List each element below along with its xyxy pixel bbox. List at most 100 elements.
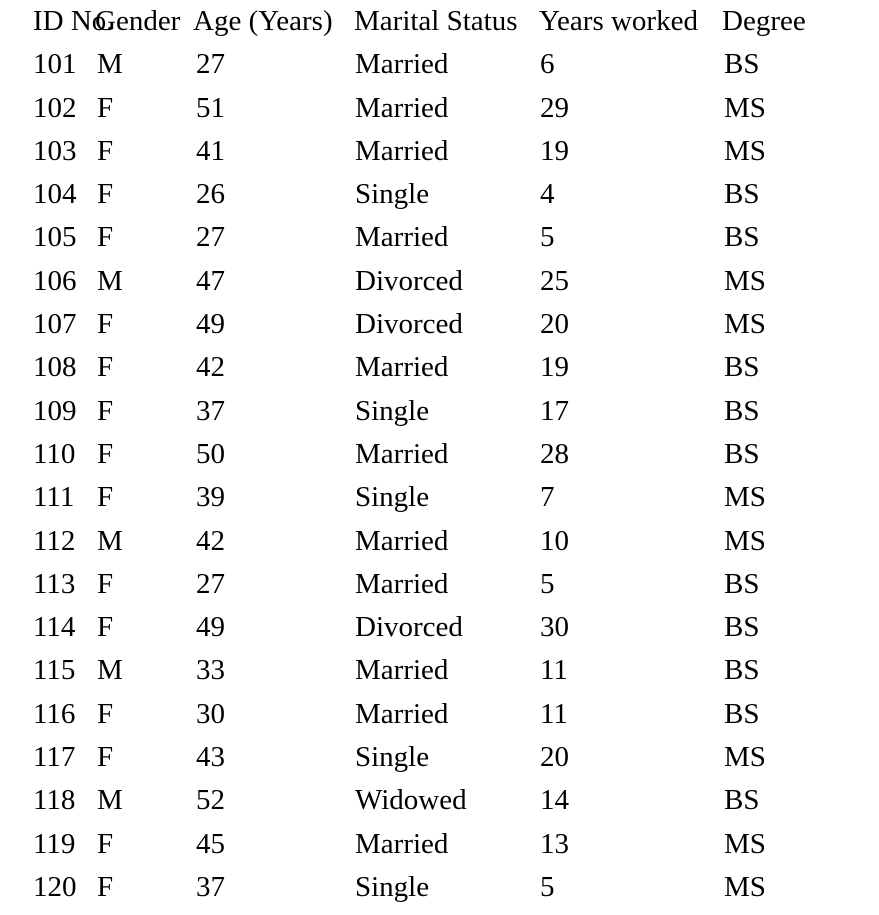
- cell-age: 49: [196, 611, 225, 644]
- cell-age: 49: [196, 308, 225, 341]
- cell-marital: Single: [355, 870, 430, 903]
- cell-marital: Divorced: [355, 611, 463, 644]
- table-row: 116 F 30 Married 11 BS: [0, 693, 879, 736]
- cell-years: 17: [540, 394, 569, 427]
- cell-id: 115: [33, 654, 76, 687]
- table-row: 119 F 45 Married 13 MS: [0, 823, 879, 866]
- cell-marital: Divorced: [355, 264, 463, 297]
- cell-age: 52: [196, 784, 225, 817]
- cell-marital: Widowed: [355, 784, 467, 817]
- cell-id: 108: [33, 351, 77, 384]
- cell-id: 105: [33, 221, 77, 254]
- cell-age: 30: [196, 697, 225, 730]
- cell-marital: Single: [355, 394, 430, 427]
- cell-gender: F: [97, 351, 114, 384]
- cell-age: 47: [196, 264, 225, 297]
- cell-gender: F: [97, 134, 114, 167]
- cell-years: 10: [540, 524, 569, 557]
- cell-degree: BS: [724, 351, 760, 384]
- table-row: 118 M 52 Widowed 14 BS: [0, 779, 879, 822]
- cell-marital: Married: [355, 134, 449, 167]
- cell-id: 106: [33, 264, 77, 297]
- table-row: 120 F 37 Single 5 MS: [0, 866, 879, 909]
- table-row: 101 M 27 Married 6 BS: [0, 43, 879, 86]
- cell-id: 112: [33, 524, 76, 557]
- cell-age: 42: [196, 524, 225, 557]
- table-row: 110 F 50 Married 28 BS: [0, 433, 879, 476]
- cell-marital: Married: [355, 91, 449, 124]
- cell-marital: Married: [355, 48, 449, 81]
- cell-degree: MS: [724, 827, 766, 860]
- cell-years: 20: [540, 741, 569, 774]
- cell-degree: MS: [724, 741, 766, 774]
- table-row: 109 F 37 Single 17 BS: [0, 390, 879, 433]
- cell-years: 11: [540, 697, 568, 730]
- table-row: 115 M 33 Married 11 BS: [0, 649, 879, 692]
- cell-gender: F: [97, 178, 114, 211]
- table-body: 101 M 27 Married 6 BS 102 F 51 Married 29 MS 103 F 41 M…: [0, 43, 879, 909]
- cell-id: 110: [33, 437, 76, 470]
- cell-age: 39: [196, 481, 225, 514]
- cell-id: 117: [33, 741, 76, 774]
- cell-id: 116: [33, 697, 76, 730]
- cell-age: 51: [196, 91, 225, 124]
- cell-gender: M: [97, 654, 123, 687]
- cell-id: 104: [33, 178, 77, 211]
- cell-gender: F: [97, 481, 114, 514]
- cell-marital: Divorced: [355, 308, 463, 341]
- cell-degree: BS: [724, 48, 760, 81]
- table-row: 106 M 47 Divorced 25 MS: [0, 260, 879, 303]
- cell-id: 118: [33, 784, 76, 817]
- column-header-marital: Marital Status: [354, 5, 518, 37]
- cell-years: 6: [540, 48, 555, 81]
- table-row: 104 F 26 Single 4 BS: [0, 173, 879, 216]
- cell-age: 43: [196, 741, 225, 774]
- cell-age: 37: [196, 394, 225, 427]
- cell-years: 5: [540, 567, 555, 600]
- cell-age: 33: [196, 654, 225, 687]
- cell-age: 45: [196, 827, 225, 860]
- cell-gender: F: [97, 308, 114, 341]
- table-header-row: ID No. Gender Age (Years) Marital Status…: [0, 0, 879, 43]
- cell-id: 101: [33, 48, 77, 81]
- table-row: 102 F 51 Married 29 MS: [0, 87, 879, 130]
- column-header-id: ID No.: [33, 5, 114, 37]
- cell-marital: Married: [355, 221, 449, 254]
- cell-years: 20: [540, 308, 569, 341]
- cell-marital: Single: [355, 178, 430, 211]
- cell-years: 30: [540, 611, 569, 644]
- cell-age: 50: [196, 437, 225, 470]
- cell-id: 119: [33, 827, 76, 860]
- cell-years: 7: [540, 481, 555, 514]
- cell-marital: Married: [355, 567, 449, 600]
- table-row: 107 F 49 Divorced 20 MS: [0, 303, 879, 346]
- cell-marital: Married: [355, 437, 449, 470]
- cell-age: 27: [196, 48, 225, 81]
- cell-age: 26: [196, 178, 225, 211]
- cell-gender: F: [97, 437, 114, 470]
- table-row: 103 F 41 Married 19 MS: [0, 130, 879, 173]
- cell-marital: Single: [355, 481, 430, 514]
- cell-degree: BS: [724, 654, 760, 687]
- cell-id: 114: [33, 611, 76, 644]
- cell-id: 107: [33, 308, 77, 341]
- cell-age: 42: [196, 351, 225, 384]
- table-row: 114 F 49 Divorced 30 BS: [0, 606, 879, 649]
- cell-gender: M: [97, 784, 123, 817]
- cell-years: 29: [540, 91, 569, 124]
- cell-years: 28: [540, 437, 569, 470]
- cell-id: 103: [33, 134, 77, 167]
- cell-degree: BS: [724, 784, 760, 817]
- table-row: 117 F 43 Single 20 MS: [0, 736, 879, 779]
- cell-degree: MS: [724, 308, 766, 341]
- cell-gender: M: [97, 264, 123, 297]
- cell-degree: BS: [724, 437, 760, 470]
- cell-years: 13: [540, 827, 569, 860]
- cell-years: 14: [540, 784, 569, 817]
- cell-gender: F: [97, 611, 114, 644]
- cell-id: 102: [33, 91, 77, 124]
- cell-marital: Single: [355, 741, 430, 774]
- cell-degree: BS: [724, 221, 760, 254]
- cell-gender: F: [97, 870, 114, 903]
- cell-degree: MS: [724, 91, 766, 124]
